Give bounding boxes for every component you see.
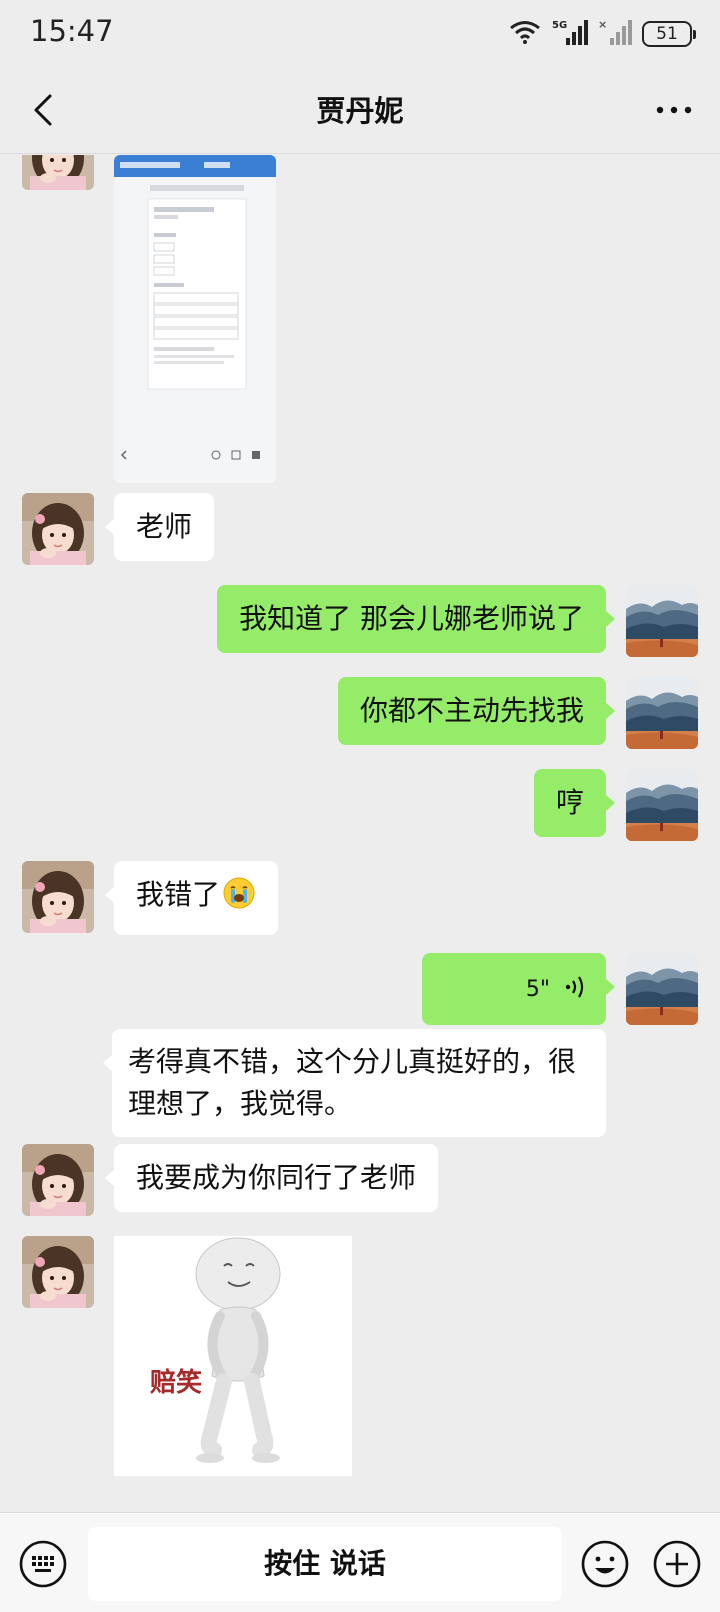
keyboard-icon[interactable]	[18, 1539, 68, 1589]
battery-icon: 51	[642, 21, 696, 47]
message-bubble-outgoing[interactable]: 你都不主动先找我	[337, 677, 616, 745]
message-list[interactable]: 老师 我知道了 那会儿娜老师说了 你都不主动先找我 哼 我错了 5" 考得真不错…	[0, 155, 720, 1512]
wifi-icon	[508, 19, 542, 49]
cellular-no-signal-icon: ×	[598, 18, 632, 50]
message-bubble-incoming[interactable]: 老师	[104, 493, 215, 561]
sticker-message[interactable]: 赔笑	[114, 1236, 352, 1476]
contact-avatar[interactable]	[22, 493, 94, 565]
status-bar: 15:47 5G × 51	[0, 0, 720, 66]
shared-image-message[interactable]	[114, 155, 276, 483]
hold-to-talk-button[interactable]: 按住 说话	[88, 1527, 562, 1601]
voice-duration: 5"	[525, 977, 550, 1002]
chat-title: 贾丹妮	[316, 94, 404, 128]
svg-text:×: ×	[598, 18, 607, 31]
status-icons: 5G × 51	[508, 18, 696, 50]
plus-icon[interactable]	[652, 1539, 702, 1589]
message-text: 我错了	[136, 878, 221, 911]
input-bar: 按住 说话	[0, 1512, 720, 1612]
status-time: 15:47	[30, 14, 114, 48]
network-type-label: 5G	[552, 20, 567, 31]
my-avatar[interactable]	[626, 769, 698, 841]
emoji-icon[interactable]	[580, 1539, 630, 1589]
message-bubble-incoming[interactable]: 考得真不错，这个分儿真挺好的，很理想了，我觉得。	[103, 1029, 606, 1137]
sticker-caption: 赔笑	[150, 1368, 203, 1398]
voice-message[interactable]: 5"	[422, 953, 615, 1025]
my-avatar[interactable]	[626, 585, 698, 657]
more-icon[interactable]	[652, 90, 696, 130]
my-avatar[interactable]	[626, 677, 698, 749]
message-bubble-incoming[interactable]: 我要成为你同行了老师	[104, 1144, 439, 1212]
contact-avatar[interactable]	[22, 155, 94, 190]
contact-avatar[interactable]	[22, 861, 94, 933]
contact-avatar[interactable]	[22, 1236, 94, 1308]
message-bubble-outgoing[interactable]: 哼	[533, 769, 616, 837]
voice-wave-icon	[562, 970, 584, 1012]
contact-avatar[interactable]	[22, 1144, 94, 1216]
message-bubble-incoming[interactable]: 我错了	[104, 861, 279, 935]
message-bubble-outgoing[interactable]: 我知道了 那会儿娜老师说了	[217, 585, 615, 653]
my-avatar[interactable]	[626, 953, 698, 1025]
crying-face-icon	[222, 876, 256, 922]
chat-header: 贾丹妮	[0, 66, 720, 154]
cellular-5g-icon: 5G	[552, 18, 588, 50]
